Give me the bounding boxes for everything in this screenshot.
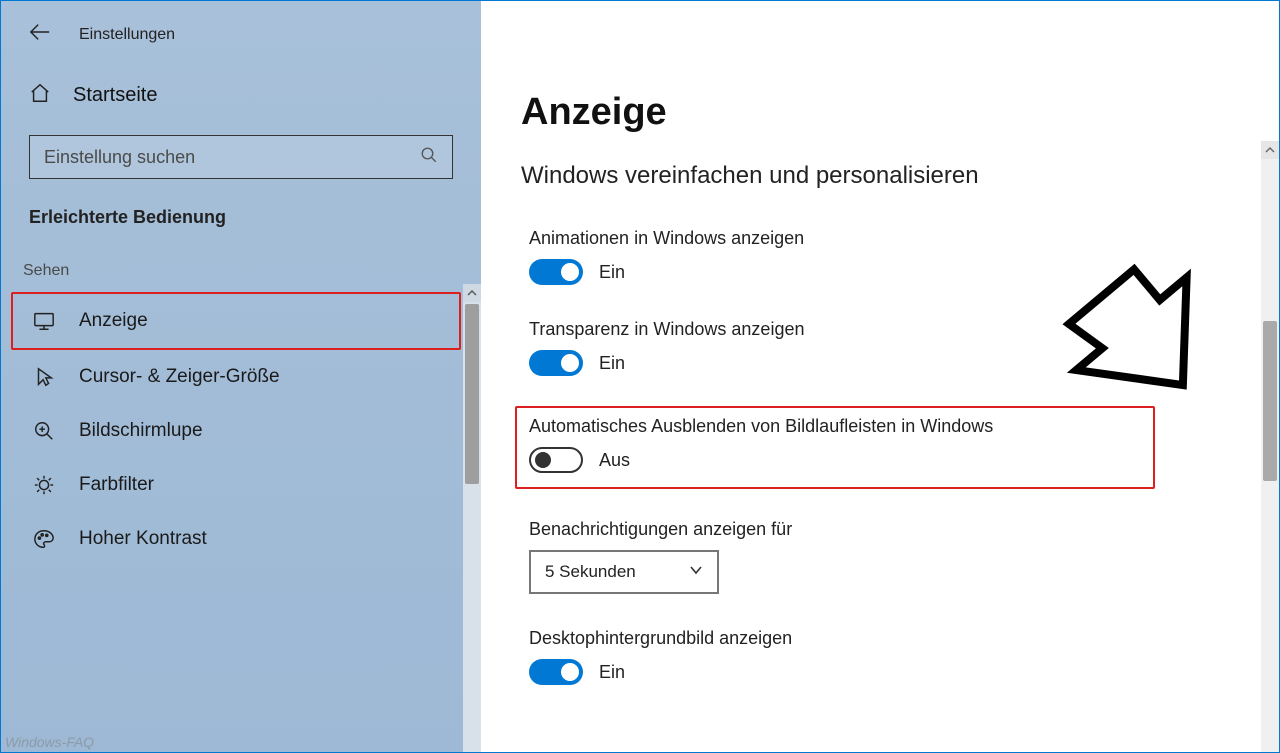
sidebar: Einstellungen Startseite Einstellung suc… (1, 1, 481, 752)
sidebar-header: Einstellungen (21, 13, 461, 66)
toggle-state-label: Ein (599, 662, 625, 683)
sidebar-item-label: Anzeige (79, 310, 148, 332)
main-scrollbar[interactable] (1261, 141, 1279, 752)
setting-hide-scrollbars: Automatisches Ausblenden von Bildlauflei… (515, 406, 1155, 489)
watermark: Windows-FAQ (5, 734, 94, 750)
toggle-desktop-bg[interactable] (529, 659, 583, 685)
settings-window: Einstellungen Startseite Einstellung suc… (0, 0, 1280, 753)
cursor-icon (31, 364, 57, 390)
monitor-icon (31, 308, 57, 334)
page-title: Anzeige (521, 91, 1239, 134)
chevron-down-icon (689, 562, 703, 582)
color-filter-icon (31, 472, 57, 498)
toggle-state-label: Ein (599, 353, 625, 374)
notifications-select[interactable]: 5 Sekunden (529, 550, 719, 594)
toggle-hide-scrollbars[interactable] (529, 447, 583, 473)
scroll-up-arrow-icon[interactable] (463, 284, 481, 302)
sidebar-section-title: Erleichterte Bedienung (21, 197, 461, 248)
main-pane: Anzeige Windows vereinfachen und persona… (481, 1, 1279, 752)
sidebar-item-label: Cursor- & Zeiger-Größe (79, 366, 280, 388)
setting-transparency: Transparenz in Windows anzeigen Ein (521, 315, 1239, 380)
sidebar-group-label: Sehen (21, 248, 461, 292)
setting-label: Benachrichtigungen anzeigen für (529, 519, 1231, 540)
magnifier-icon (31, 418, 57, 444)
app-title: Einstellungen (79, 26, 175, 44)
sidebar-item-highcontrast[interactable]: Hoher Kontrast (21, 512, 461, 566)
search-input[interactable]: Einstellung suchen (29, 135, 453, 179)
sidebar-item-colorfilter[interactable]: Farbfilter (21, 458, 461, 512)
toggle-state-label: Aus (599, 450, 630, 471)
sidebar-item-magnifier[interactable]: Bildschirmlupe (21, 404, 461, 458)
sidebar-item-display[interactable]: Anzeige (11, 292, 461, 350)
toggle-animations[interactable] (529, 259, 583, 285)
setting-label: Animationen in Windows anzeigen (529, 228, 1231, 249)
sidebar-scroll-thumb[interactable] (465, 304, 479, 484)
sidebar-item-label: Bildschirmlupe (79, 420, 203, 442)
main-scroll-thumb[interactable] (1263, 321, 1277, 481)
search-icon (420, 146, 438, 169)
setting-desktop-bg: Desktophintergrundbild anzeigen Ein (521, 624, 1239, 689)
toggle-transparency[interactable] (529, 350, 583, 376)
sidebar-home-label: Startseite (73, 84, 157, 107)
toggle-state-label: Ein (599, 262, 625, 283)
sidebar-nav-list: Anzeige Cursor- & Zeiger-Größe Bildschir… (21, 292, 461, 566)
page-subtitle: Windows vereinfachen und personalisieren (521, 162, 1239, 190)
search-placeholder: Einstellung suchen (44, 147, 195, 168)
setting-label: Desktophintergrundbild anzeigen (529, 628, 1231, 649)
palette-icon (31, 526, 57, 552)
sidebar-home[interactable]: Startseite (21, 66, 461, 129)
setting-label: Automatisches Ausblenden von Bildlauflei… (529, 416, 1141, 437)
back-arrow-icon[interactable] (29, 21, 51, 48)
setting-animations: Animationen in Windows anzeigen Ein (521, 224, 1239, 289)
sidebar-scrollbar[interactable] (463, 284, 481, 752)
scroll-up-arrow-icon[interactable] (1261, 141, 1279, 159)
sidebar-item-label: Farbfilter (79, 474, 154, 496)
home-icon (29, 82, 51, 109)
setting-notifications: Benachrichtigungen anzeigen für 5 Sekund… (521, 515, 1239, 598)
select-value: 5 Sekunden (545, 562, 636, 582)
setting-label: Transparenz in Windows anzeigen (529, 319, 1231, 340)
sidebar-item-cursor[interactable]: Cursor- & Zeiger-Größe (21, 350, 461, 404)
sidebar-item-label: Hoher Kontrast (79, 528, 207, 550)
